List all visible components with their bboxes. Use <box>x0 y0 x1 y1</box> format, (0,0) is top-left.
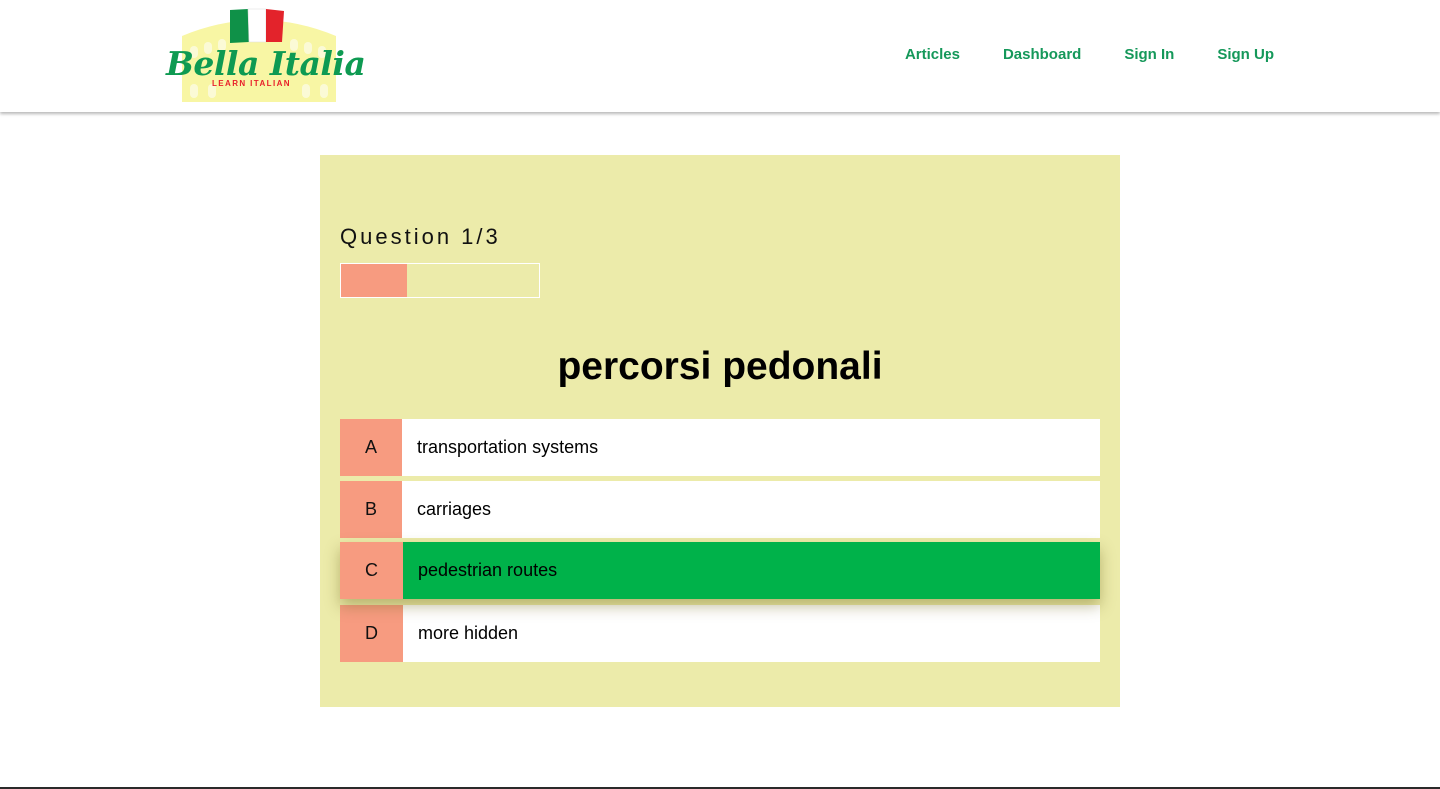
quiz-prompt-word: percorsi pedonali <box>557 345 883 388</box>
answer-letter-badge: A <box>340 419 402 476</box>
nav-link-dashboard[interactable]: Dashboard <box>1003 46 1081 63</box>
nav-link-sign-in[interactable]: Sign In <box>1124 46 1174 63</box>
answer-text: more hidden <box>418 623 519 643</box>
quiz-card: Question 1/3 percorsi pedonali A transpo… <box>320 155 1120 707</box>
bella-italia-logo[interactable]: Bella Italia LEARN ITALIAN <box>164 6 366 106</box>
answer-option-b[interactable]: B carriages <box>340 481 1100 538</box>
site-header: Bella Italia LEARN ITALIAN Articles Dash… <box>0 0 1440 112</box>
answer-text: carriages <box>417 499 492 519</box>
answer-option-a[interactable]: A transportation systems <box>340 419 1100 476</box>
answer-option-c[interactable]: C pedestrian routes <box>340 542 1100 599</box>
answer-letter-badge: D <box>340 605 403 662</box>
answer-letter-badge: B <box>340 481 402 538</box>
quiz-progress-bar <box>340 263 540 298</box>
answer-text: transportation systems <box>417 437 599 457</box>
answer-text: pedestrian routes <box>403 542 1100 599</box>
question-counter: Question 1/3 <box>340 224 501 249</box>
nav-link-sign-up[interactable]: Sign Up <box>1217 46 1274 63</box>
answer-option-d[interactable]: D more hidden <box>340 605 1100 662</box>
answer-letter-badge: C <box>340 542 403 599</box>
nav-link-articles[interactable]: Articles <box>905 46 960 63</box>
logo-title: Bella Italia <box>166 44 366 83</box>
quiz-progress-fill <box>341 264 407 297</box>
logo-subtitle: LEARN ITALIAN <box>212 79 291 88</box>
main-nav: Articles Dashboard Sign In Sign Up <box>905 46 1274 63</box>
